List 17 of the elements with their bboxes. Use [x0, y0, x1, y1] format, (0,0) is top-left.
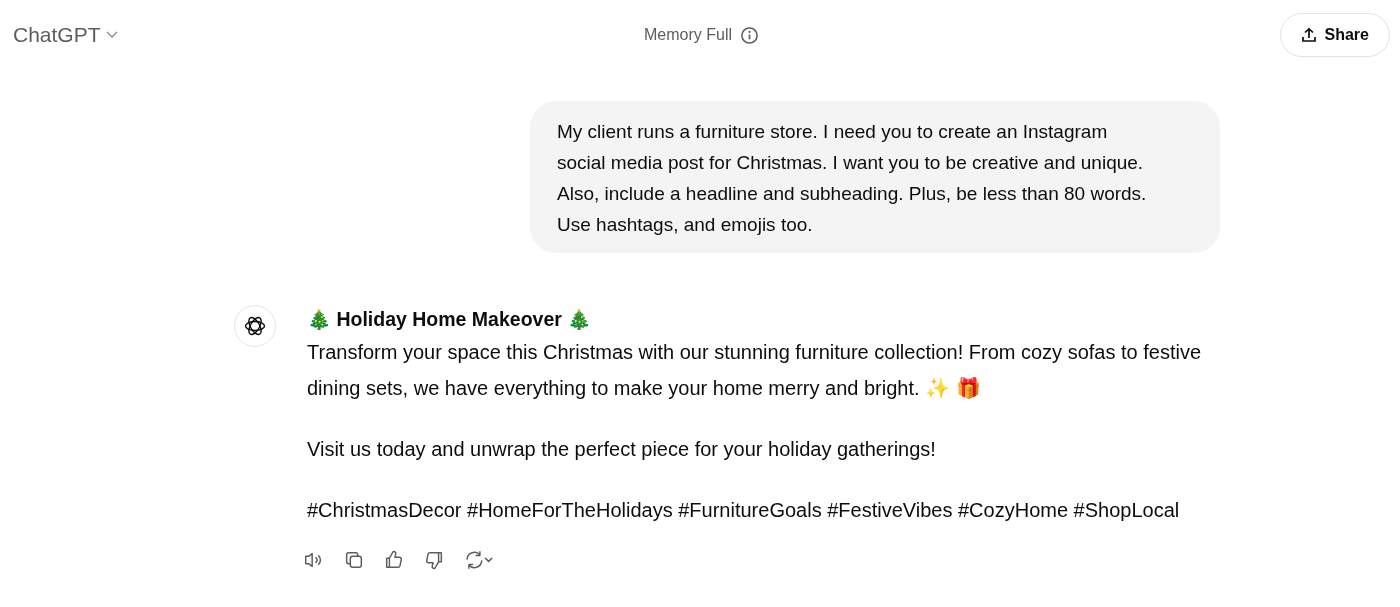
info-icon[interactable] [740, 25, 759, 45]
knot-logo-icon [243, 314, 267, 338]
user-message: My client runs a furniture store. I need you to create an Instagram social media post for Christmas. I want you to be creative and unique. Also, include a headline and subheading. Plus, be less than 80 words. Use hashtags, and emojis too. [530, 101, 1220, 253]
regenerate-icon [463, 549, 495, 571]
copy-icon [343, 549, 365, 571]
thumbs-up-icon [383, 549, 405, 571]
model-name: ChatGPT [13, 22, 101, 49]
response-headline: 🎄 Holiday Home Makeover 🎄 [307, 307, 593, 332]
response-paragraph: #ChristmasDecor #HomeForTheHolidays #FurnitureGoals #FestiveVibes #CozyHome #ShopLocal [307, 498, 1181, 523]
chevron-down-icon [104, 30, 119, 40]
share-button[interactable]: Share [1279, 13, 1390, 57]
memory-status: Memory Full [644, 25, 732, 45]
model-selector[interactable]: ChatGPT [13, 19, 313, 51]
response-paragraph: Transform your space this Christmas with our stunning furniture collection! From cozy sofas to festive dining sets, we have everything to make your home merry and bright. ✨ 🎁 [307, 340, 1203, 401]
response-paragraph: Visit us today and unwrap the perfect piece for your holiday gatherings! [307, 437, 937, 462]
thumbs-down-icon [423, 549, 445, 571]
upload-icon [1300, 27, 1317, 43]
